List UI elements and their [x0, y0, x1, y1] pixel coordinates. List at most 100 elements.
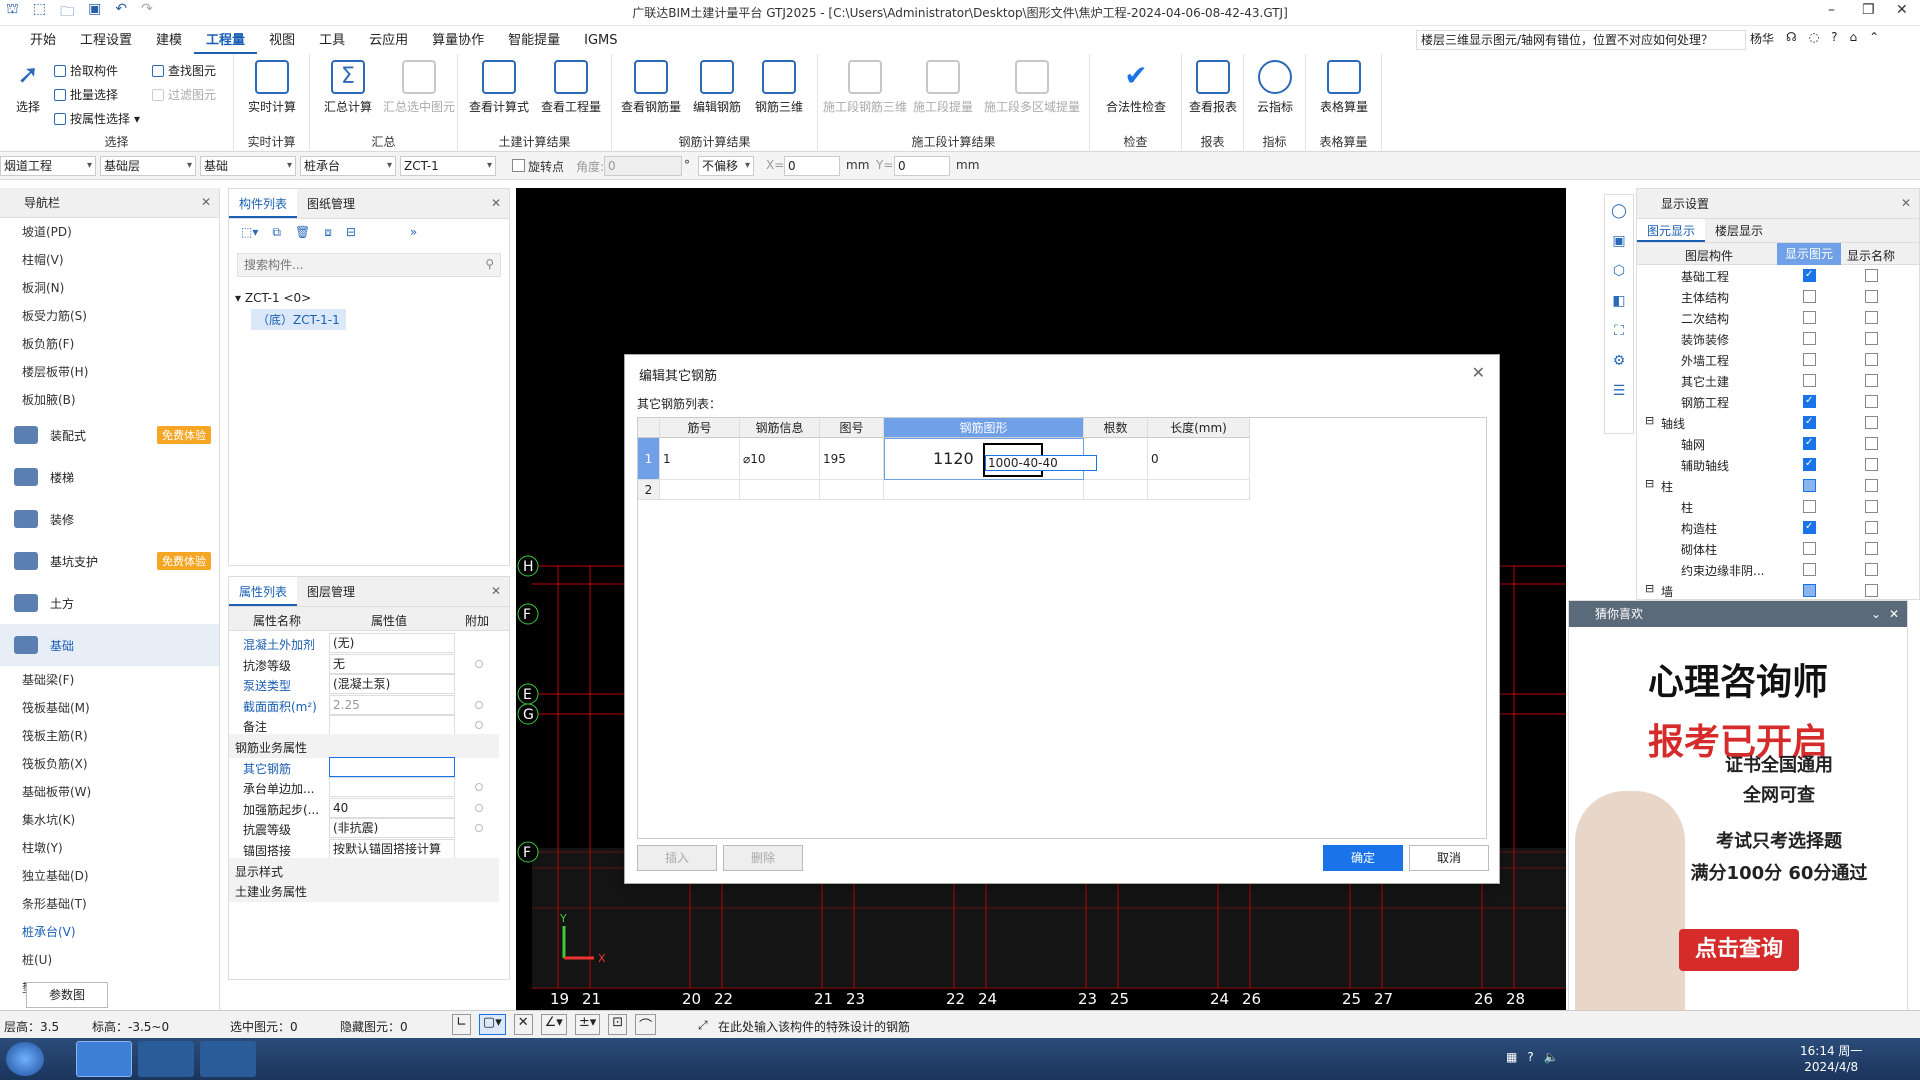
show-element-checkbox[interactable]: [1803, 563, 1816, 576]
new-icon[interactable]: ⬚: [33, 1, 46, 25]
display-row[interactable]: ⊟ 墙: [1637, 580, 1917, 601]
nav-item[interactable]: 基础板带(W): [0, 778, 219, 806]
ortho-icon[interactable]: ∟: [452, 1014, 471, 1035]
close-icon[interactable]: ✕: [1472, 363, 1485, 382]
nav-item[interactable]: 坡道(PD): [0, 218, 219, 246]
display-row[interactable]: 砌体柱: [1637, 538, 1917, 559]
nav-category[interactable]: 楼梯: [0, 456, 219, 498]
show-element-checkbox[interactable]: [1803, 353, 1816, 366]
select-button[interactable]: ➚ 选择: [8, 60, 48, 115]
save-icon[interactable]: ▣: [88, 1, 101, 25]
nav-category[interactable]: 土方: [0, 582, 219, 624]
help-search-input[interactable]: 楼层三维显示图元/轴网有错位，位置不对应如何处理？: [1416, 30, 1746, 50]
sum-calc-button[interactable]: Σ 汇总计算: [316, 60, 380, 115]
property-value[interactable]: 无: [329, 653, 455, 674]
collapse-icon[interactable]: ⊟: [1645, 414, 1654, 427]
nav-item[interactable]: 基础梁(F): [0, 666, 219, 694]
append-dot-icon[interactable]: [475, 700, 483, 709]
cell-bar-no[interactable]: 1: [660, 438, 740, 480]
menu-start[interactable]: 开始: [18, 28, 68, 54]
close-icon[interactable]: ✕: [1896, 2, 1908, 18]
headset-icon[interactable]: ☊: [1786, 30, 1797, 47]
solid-view-icon[interactable]: ◧: [1612, 293, 1625, 309]
show-element-checkbox[interactable]: [1803, 374, 1816, 387]
project-select[interactable]: 烟道工程: [0, 156, 96, 176]
undo-icon[interactable]: ↶: [115, 1, 127, 25]
restore-icon[interactable]: ❐: [1862, 2, 1875, 18]
view-cube-icon[interactable]: ⬡: [1613, 263, 1625, 279]
close-icon[interactable]: ✕: [201, 195, 211, 209]
nav-item[interactable]: 独立基础(D): [0, 862, 219, 890]
show-name-checkbox[interactable]: [1865, 395, 1878, 408]
display-row[interactable]: 构造柱: [1637, 517, 1917, 538]
nav-item[interactable]: 筏板基础(M): [0, 694, 219, 722]
cell-fig-no[interactable]: 195: [820, 438, 884, 480]
show-name-checkbox[interactable]: [1865, 374, 1878, 387]
display-row[interactable]: ⊟ 轴线: [1637, 412, 1917, 433]
cancel-button[interactable]: 取消: [1409, 845, 1489, 871]
show-name-checkbox[interactable]: [1865, 290, 1878, 303]
start-button[interactable]: [6, 1042, 44, 1076]
menu-smart[interactable]: 智能提量: [496, 28, 572, 54]
append-dot-icon[interactable]: [475, 659, 483, 668]
show-element-checkbox[interactable]: [1803, 584, 1816, 597]
tab-element-display[interactable]: 图元显示: [1637, 219, 1706, 242]
display-row[interactable]: ⊟ 柱: [1637, 475, 1917, 496]
edit-rebar-button[interactable]: 编辑钢筋: [686, 60, 748, 115]
new-component-icon[interactable]: ⬚▾: [241, 225, 258, 243]
tab-layer-manage[interactable]: 图层管理: [297, 577, 365, 606]
display-row[interactable]: 其它土建: [1637, 370, 1917, 391]
layer-copy-icon[interactable]: ⧈: [324, 225, 332, 243]
ad-popup[interactable]: 猜你喜欢 ⌄ ✕ 心理咨询师 报考已开启 证书全国通用 全网可查 考试只考选择题…: [1568, 600, 1908, 1028]
append-dot-icon[interactable]: [475, 783, 483, 792]
append-dot-icon[interactable]: [475, 721, 483, 730]
help-icon[interactable]: ?: [1527, 1050, 1533, 1064]
show-name-checkbox[interactable]: [1865, 500, 1878, 513]
dimension-icon[interactable]: ±▾: [574, 1014, 601, 1035]
orbit-icon[interactable]: ◯: [1611, 203, 1627, 219]
nav-item[interactable]: 柱墩(Y): [0, 834, 219, 862]
rotate-checkbox[interactable]: [512, 159, 525, 172]
select-by-attr-button[interactable]: 按属性选择 ▾: [54, 110, 140, 127]
tab-component-list[interactable]: 构件列表: [229, 189, 298, 218]
clock-time[interactable]: 16:14 周一: [1800, 1043, 1862, 1059]
collapse-icon[interactable]: ⊟: [1645, 582, 1654, 595]
nav-item[interactable]: 桩(U): [0, 946, 219, 974]
filter-element-button[interactable]: 过滤图元: [152, 86, 216, 103]
nav-item[interactable]: 板洞(N): [0, 274, 219, 302]
system-tray[interactable]: ▦ ? 🔈: [1506, 1050, 1559, 1064]
nav-category[interactable]: 基础: [0, 624, 219, 666]
list-icon[interactable]: ☰: [1613, 383, 1626, 399]
stage-multi-button[interactable]: 施工段多区域提量: [976, 60, 1088, 115]
delete-icon[interactable]: 🗑: [295, 225, 310, 243]
close-icon[interactable]: ✕: [1889, 601, 1899, 627]
display-row[interactable]: 轴网: [1637, 433, 1917, 454]
component-search[interactable]: ⚲: [237, 253, 501, 277]
tab-floor-display[interactable]: 楼层显示: [1705, 219, 1773, 242]
view-report-button[interactable]: 查看报表: [1184, 60, 1242, 115]
type-select[interactable]: 桩承台: [300, 156, 396, 176]
property-value[interactable]: [329, 777, 455, 798]
nav-category[interactable]: 装配式 免费体验: [0, 414, 219, 456]
show-name-checkbox[interactable]: [1865, 353, 1878, 366]
angle-icon[interactable]: ∠▾: [540, 1014, 567, 1035]
rebar-3d-button[interactable]: 钢筋三维: [748, 60, 810, 115]
tree-item-zct-1-1[interactable]: （底）ZCT-1-1: [251, 309, 346, 330]
help-icon[interactable]: ?: [1831, 30, 1837, 47]
menu-igms[interactable]: IGMS: [572, 28, 629, 54]
menu-quantity[interactable]: 工程量: [194, 28, 258, 54]
show-name-checkbox[interactable]: [1865, 416, 1878, 429]
row-index-2[interactable]: 2: [638, 480, 660, 500]
show-element-checkbox[interactable]: [1803, 311, 1816, 324]
nav-item[interactable]: 筏板负筋(X): [0, 750, 219, 778]
show-name-checkbox[interactable]: [1865, 437, 1878, 450]
show-element-checkbox[interactable]: [1803, 542, 1816, 555]
legality-check-button[interactable]: ✔ 合法性检查: [1094, 60, 1178, 115]
show-element-checkbox[interactable]: [1803, 458, 1816, 471]
cell-empty[interactable]: [884, 480, 1084, 500]
cell-length[interactable]: 0: [1148, 438, 1250, 480]
angle-input[interactable]: 0: [604, 156, 682, 176]
sum-selected-button[interactable]: 汇总选中图元: [380, 60, 458, 115]
property-value[interactable]: (无): [329, 633, 455, 653]
show-name-checkbox[interactable]: [1865, 479, 1878, 492]
